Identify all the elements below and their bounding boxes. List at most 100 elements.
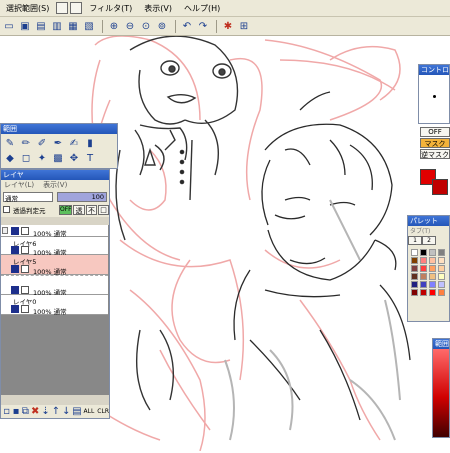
palette-swatch[interactable] [429,289,436,296]
toolbar-divider [102,19,103,33]
palette-tab-2[interactable]: 2 [422,236,436,245]
palette-swatch[interactable] [429,273,436,280]
toolbar: ▭ ▣ ▤ ▥ ▦ ▧ ⊕ ⊖ ⊙ ⊚ ↶ ↷ ✱ ⊞ [0,17,450,36]
move-down-icon[interactable]: ↓ [62,405,70,419]
zoom-out-icon[interactable]: ⊖ [123,19,137,33]
palette-swatch[interactable] [420,265,427,272]
palette-swatch[interactable] [438,265,445,272]
palette-swatch[interactable] [411,257,418,264]
palette-swatch[interactable] [438,257,445,264]
menu-help[interactable]: ヘルプ(H) [178,3,226,14]
palette-swatch[interactable] [429,265,436,272]
sub-color-swatch[interactable] [432,179,448,195]
palette-swatch[interactable] [411,249,418,256]
palette-swatch[interactable] [438,249,445,256]
properties-icon[interactable]: ▤ [72,405,81,419]
layer-all-button[interactable]: ALL [84,408,95,415]
palette-swatch[interactable] [438,273,445,280]
palette-swatch[interactable] [438,281,445,288]
layer-thumbnail [11,227,19,235]
palette-swatch[interactable] [420,257,427,264]
prohibit-icon[interactable]: 不 [86,205,97,215]
zoom-reset-icon[interactable]: ⊚ [155,19,169,33]
layer-row[interactable]: 100% 通常 [1,225,108,238]
palette-swatch[interactable] [411,281,418,288]
palette-swatch[interactable] [420,273,427,280]
tools-panel: 範囲 ✎ ✏ ✐ ✒ ✍ ▮ ◆ ◻ ✦ ▩ ✥ T [0,123,118,169]
pen-icon[interactable]: ✎ [3,136,17,150]
palette-swatch[interactable] [420,289,427,296]
magic-wand-icon[interactable]: ✦ [35,151,49,165]
palette-tab-1[interactable]: 1 [408,236,422,245]
color-picker-field[interactable] [433,349,449,437]
watercolor-icon[interactable]: ✍ [67,136,81,150]
gradient-icon[interactable]: ▩ [51,151,65,165]
layer-lock-checkbox[interactable] [21,305,29,313]
layer-options-row: 透過判定元 OFF 透 不 □ [1,204,109,217]
layer-row[interactable]: レイヤ6 100% 通常 [1,237,108,257]
save-icon[interactable]: ▤ [34,19,48,33]
opacity-field[interactable]: 100 [57,192,107,202]
delete-layer-icon[interactable]: ✖ [31,405,39,419]
layer-lock-checkbox[interactable] [21,265,29,273]
visibility-icon[interactable] [2,227,8,234]
palette-swatch[interactable] [429,257,436,264]
layer-row-selected[interactable]: レイヤ5 100% 通常 [1,255,108,276]
layer-lock-checkbox[interactable] [21,246,29,254]
menu-view[interactable]: 表示(V) [138,3,178,14]
layer-row[interactable]: 100% 通常 [1,275,108,297]
palette-swatch[interactable] [438,289,445,296]
pencil-icon[interactable]: ✏ [19,136,33,150]
open-icon[interactable]: ▣ [18,19,32,33]
mask-off-button[interactable]: OFF [420,127,450,137]
redo-icon[interactable]: ↷ [196,19,210,33]
blend-mode-select[interactable]: 通常 [3,192,53,203]
palette-swatch[interactable] [429,281,436,288]
menu-button-icon[interactable] [56,2,69,14]
menu-selection[interactable]: 選択範囲(S) [0,3,55,14]
crop-icon[interactable]: ⊞ [237,19,251,33]
new-folder-icon[interactable]: ▪ [12,405,20,419]
mask-icon[interactable]: □ [98,205,109,215]
zoom-in-icon[interactable]: ⊕ [107,19,121,33]
settings-icon[interactable]: ✱ [221,19,235,33]
mask-button[interactable]: マスク [420,138,450,148]
palette-swatch[interactable] [411,289,418,296]
palette-swatch[interactable] [411,265,418,272]
eraser-icon[interactable]: ▮ [83,136,97,150]
color-picker-panel: 範囲 [432,338,450,438]
paste-icon[interactable]: ▧ [82,19,96,33]
layer-lock-checkbox[interactable] [21,286,29,294]
merge-down-icon[interactable]: ⇣ [41,405,49,419]
copy-icon[interactable]: ▦ [66,19,80,33]
airbrush-icon[interactable]: ✒ [51,136,65,150]
lock-off-button[interactable]: OFF [59,205,72,215]
new-icon[interactable]: ▭ [2,19,16,33]
menu-button-icon[interactable] [70,2,83,14]
palette-swatch[interactable] [420,249,427,256]
layer-menu-layer[interactable]: レイヤ(L) [4,181,34,189]
toolbar-divider [175,19,176,33]
cut-icon[interactable]: ▥ [50,19,64,33]
protect-checkbox[interactable] [3,206,10,213]
layer-clr-button[interactable]: CLR [97,408,109,415]
move-up-icon[interactable]: ↑ [52,405,60,419]
palette-swatch[interactable] [420,281,427,288]
palette-swatch[interactable] [429,249,436,256]
select-icon[interactable]: ◻ [19,151,33,165]
zoom-fit-icon[interactable]: ⊙ [139,19,153,33]
layer-lock-checkbox[interactable] [21,227,29,235]
move-icon[interactable]: ✥ [67,151,81,165]
palette-swatch[interactable] [411,273,418,280]
transparency-lock-icon[interactable]: 透 [73,205,85,215]
menu-filter[interactable]: フィルタ(T) [83,3,138,14]
text-icon[interactable]: T [83,151,97,165]
brush-icon[interactable]: ✐ [35,136,49,150]
copy-layer-icon[interactable]: ⧉ [22,405,29,419]
new-layer-icon[interactable]: ▫ [3,405,10,419]
reverse-mask-button[interactable]: 逆マスク [420,149,450,159]
undo-icon[interactable]: ↶ [180,19,194,33]
layer-row[interactable]: レイヤ0 100% 通常 [1,295,108,316]
layer-menu-view[interactable]: 表示(V) [43,181,67,189]
fill-icon[interactable]: ◆ [3,151,17,165]
